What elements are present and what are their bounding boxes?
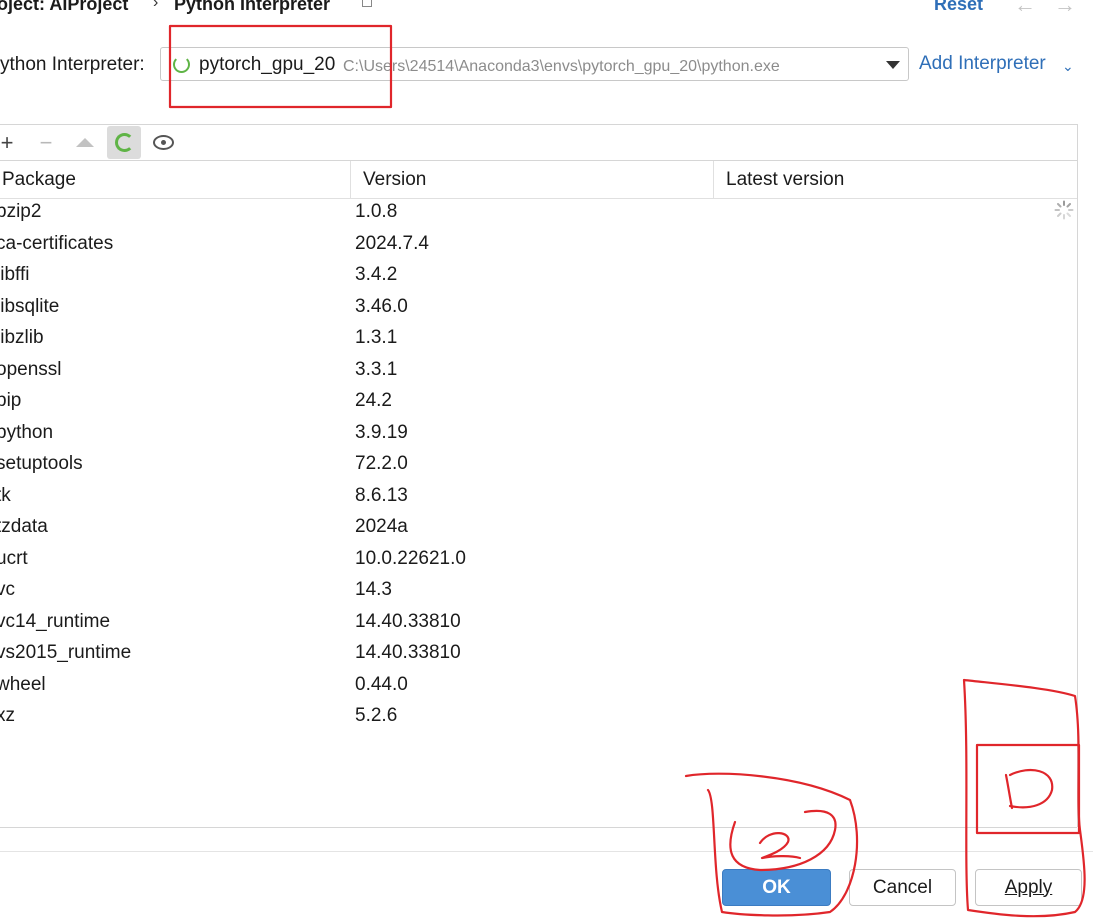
table-row[interactable]: ca-certificates 2024.7.4 [0, 231, 1077, 263]
breadcrumb-project[interactable]: roject: AIProject [0, 0, 128, 15]
table-row[interactable]: xz 5.2.6 [0, 703, 1077, 735]
package-name-cell: xz [0, 705, 15, 726]
add-icon[interactable]: + [0, 125, 20, 160]
package-name-cell: openssl [0, 358, 62, 380]
package-version-cell: 2024a [355, 516, 408, 537]
add-interpreter-link[interactable]: Add Interpreter [919, 53, 1046, 75]
pin-icon[interactable] [362, 0, 372, 7]
ok-button[interactable]: OK [722, 869, 831, 906]
interpreter-label: ython Interpreter: [0, 54, 145, 75]
column-header-package[interactable]: Package [2, 161, 76, 198]
table-row[interactable]: libsqlite 3.46.0 [0, 294, 1077, 326]
package-version-cell: 0.44.0 [355, 673, 408, 695]
footer-divider [0, 851, 1093, 852]
interpreter-path: C:\Users\24514\Anaconda3\envs\pytorch_gp… [343, 58, 780, 75]
package-version-cell: 24.2 [355, 390, 392, 411]
back-arrow-icon[interactable]: ← [1014, 0, 1036, 18]
table-row[interactable]: pip 24.2 [0, 388, 1077, 420]
package-name-cell: libzlib [0, 327, 44, 348]
interpreter-name: pytorch_gpu_20 [199, 54, 336, 75]
table-row[interactable]: tzdata 2024a [0, 514, 1077, 546]
package-name-cell: ucrt [0, 547, 28, 569]
package-name-cell: vc [0, 579, 15, 600]
move-up-icon[interactable] [74, 125, 96, 160]
table-row[interactable]: setuptools 72.2.0 [0, 451, 1077, 483]
package-name-cell: libsqlite [0, 295, 60, 317]
refresh-icon[interactable] [107, 126, 141, 159]
package-version-cell: 1.0.8 [355, 201, 398, 222]
package-version-cell: 3.4.2 [355, 264, 398, 285]
table-row[interactable]: openssl 3.3.1 [0, 357, 1077, 389]
loading-spinner-icon [1054, 200, 1074, 220]
package-version-cell: 3.9.19 [355, 421, 408, 443]
package-version-cell: 5.2.6 [355, 705, 398, 726]
package-version-cell: 2024.7.4 [355, 232, 429, 254]
package-name-cell: wheel [0, 673, 46, 695]
page-title: Python Interpreter [174, 0, 331, 14]
table-row[interactable]: tk 8.6.13 [0, 483, 1077, 515]
dropdown-caret-icon[interactable] [886, 61, 900, 69]
packages-table: Package Version Latest version bzip2 1.0.… [0, 160, 1077, 828]
table-row[interactable]: wheel 0.44.0 [0, 672, 1077, 704]
column-divider[interactable] [350, 161, 351, 198]
breadcrumb-separator: › [153, 0, 159, 11]
package-name-cell: tzdata [0, 516, 48, 537]
panel-border [1077, 124, 1078, 827]
column-divider[interactable] [713, 161, 714, 198]
apply-button[interactable]: Apply [975, 869, 1082, 906]
eye-icon[interactable] [150, 125, 176, 160]
package-version-cell: 14.40.33810 [355, 610, 461, 632]
package-version-cell: 3.46.0 [355, 295, 408, 317]
package-name-cell: bzip2 [0, 201, 42, 222]
table-row[interactable]: libffi 3.4.2 [0, 262, 1077, 294]
package-version-cell: 10.0.22621.0 [355, 547, 466, 569]
remove-icon[interactable]: − [34, 125, 58, 160]
package-version-cell: 1.3.1 [355, 327, 398, 348]
package-name-cell: libffi [0, 264, 30, 285]
package-name-cell: pip [0, 390, 22, 411]
interpreter-loading-icon [173, 56, 190, 73]
column-header-latest-version[interactable]: Latest version [726, 161, 844, 198]
table-header: Package Version Latest version [0, 161, 1077, 199]
cancel-button[interactable]: Cancel [849, 869, 956, 906]
package-name-cell: ca-certificates [0, 232, 114, 254]
interpreter-select[interactable]: pytorch_gpu_20 C:\Users\24514\Anaconda3\… [160, 47, 909, 81]
table-row[interactable]: ucrt 10.0.22621.0 [0, 546, 1077, 578]
package-version-cell: 14.3 [355, 579, 392, 600]
annotation-number-two [758, 832, 802, 860]
add-interpreter-caret-icon[interactable]: ⌄ [1062, 58, 1074, 75]
package-version-cell: 3.3.1 [355, 358, 398, 380]
table-row[interactable]: vc 14.3 [0, 577, 1077, 609]
package-name-cell: tk [0, 484, 11, 506]
package-version-cell: 72.2.0 [355, 453, 408, 474]
table-row[interactable]: libzlib 1.3.1 [0, 325, 1077, 357]
package-version-cell: 14.40.33810 [355, 642, 461, 663]
package-version-cell: 8.6.13 [355, 484, 408, 506]
package-name-cell: python [0, 421, 54, 443]
table-body: bzip2 1.0.8 ca-certificates 2024.7.4 libffi 3… [0, 199, 1077, 735]
table-row[interactable]: python 3.9.19 [0, 420, 1077, 452]
packages-toolbar: + − [0, 124, 1077, 160]
package-name-cell: vc14_runtime [0, 610, 111, 632]
package-name-cell: setuptools [0, 453, 83, 474]
forward-arrow-icon[interactable]: → [1054, 0, 1076, 18]
table-row[interactable]: bzip2 1.0.8 [0, 199, 1077, 231]
package-name-cell: vs2015_runtime [0, 642, 132, 663]
table-row[interactable]: vc14_runtime 14.40.33810 [0, 609, 1077, 641]
reset-link[interactable]: Reset [934, 0, 983, 15]
table-row[interactable]: vs2015_runtime 14.40.33810 [0, 640, 1077, 672]
column-header-version[interactable]: Version [363, 161, 426, 198]
